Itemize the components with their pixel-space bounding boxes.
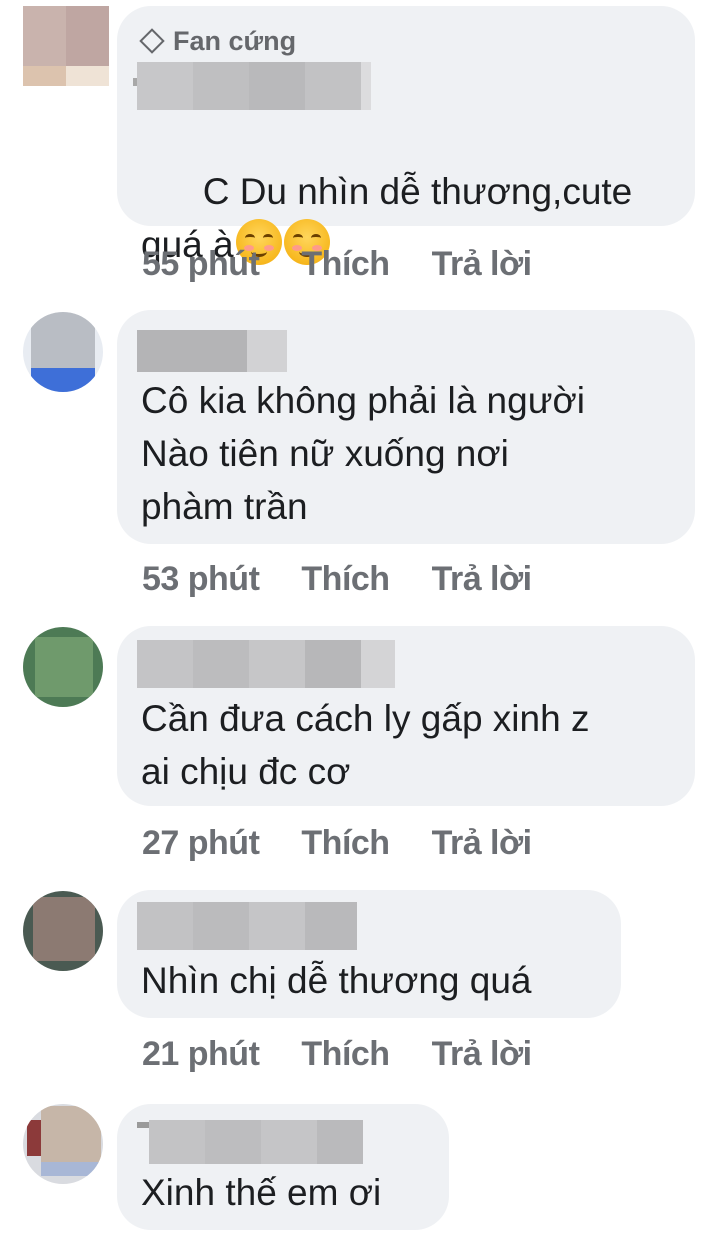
author-name[interactable] [137, 902, 357, 950]
badge-label: Fan cứng [173, 26, 297, 56]
comment-time[interactable]: 53 phút [142, 560, 260, 599]
comment-text: Xinh thế em ơi [141, 1172, 382, 1213]
like-button[interactable]: Thích [301, 824, 390, 863]
comment-bubble: Cần đưa cách ly gấp xinh z ai chịu đc cơ [117, 626, 695, 806]
author-name[interactable] [137, 640, 395, 688]
like-button[interactable]: Thích [301, 560, 390, 599]
comment-text: Cô kia không phải là người Nào tiên nữ x… [141, 380, 585, 527]
comment-bubble: Cô kia không phải là người Nào tiên nữ x… [117, 310, 695, 544]
comment-actions: 53 phút Thích Trả lời [142, 557, 532, 601]
comment-actions: 27 phút Thích Trả lời [142, 821, 532, 865]
reply-button[interactable]: Trả lời [432, 560, 533, 599]
comment-text: Nhìn chị dễ thương quá [141, 960, 532, 1001]
fan-badge: Fan cứng [139, 26, 296, 57]
comment-bubble: Xinh thế em ơi [117, 1104, 449, 1230]
comment-time[interactable]: 21 phút [142, 1035, 260, 1074]
reply-button[interactable]: Trả lời [432, 824, 533, 863]
comment-time[interactable]: 55 phút [142, 245, 260, 284]
avatar[interactable] [23, 627, 103, 707]
author-name[interactable] [137, 330, 287, 372]
reply-button[interactable]: Trả lời [432, 245, 533, 284]
author-name[interactable] [137, 1120, 363, 1164]
avatar[interactable] [23, 312, 103, 392]
avatar[interactable] [23, 891, 103, 971]
comment-text: C Du nhìn dễ thương,cute quá à [141, 112, 675, 324]
comment-actions: 55 phút Thích Trả lời [142, 242, 532, 286]
comment-text: Cần đưa cách ly gấp xinh z ai chịu đc cơ [141, 698, 590, 792]
comment-bubble: Fan cứng C Du nhìn dễ thương,cute quá à [117, 6, 695, 265]
author-name[interactable] [133, 62, 371, 110]
like-button[interactable]: Thích [301, 245, 390, 284]
avatar[interactable] [23, 6, 109, 86]
comment-time[interactable]: 27 phút [142, 824, 260, 863]
avatar[interactable] [23, 1104, 103, 1184]
comment-bubble: Nhìn chị dễ thương quá [117, 890, 621, 1018]
diamond-icon [139, 27, 165, 54]
reply-button[interactable]: Trả lời [432, 1035, 533, 1074]
comment-actions: 21 phút Thích Trả lời [142, 1032, 532, 1076]
like-button[interactable]: Thích [301, 1035, 390, 1074]
